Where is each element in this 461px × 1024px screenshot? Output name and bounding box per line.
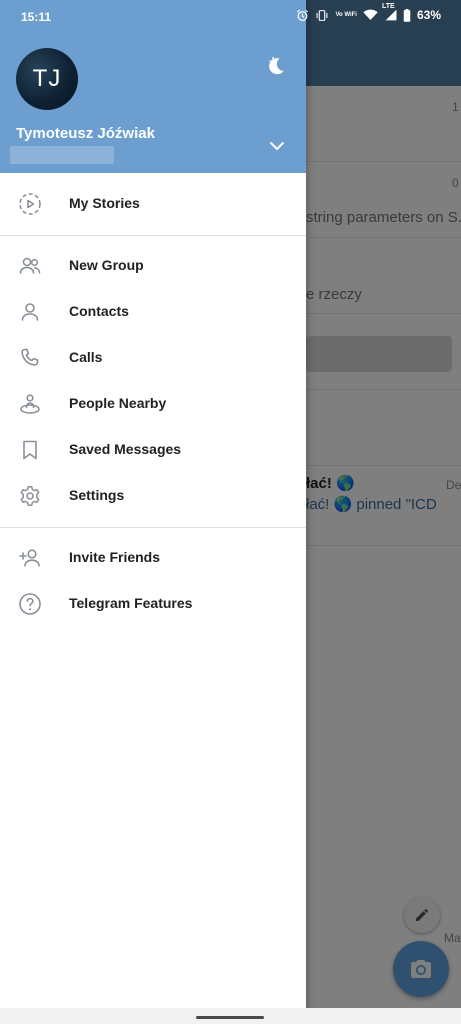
menu-item-people-nearby[interactable]: People Nearby (0, 381, 306, 427)
menu-item-settings[interactable]: Settings (0, 473, 306, 519)
menu-item-telegram-features[interactable]: Telegram Features (0, 581, 306, 627)
navigation-drawer: TJ Tymoteusz Jóźwiak My Stories New Grou… (0, 0, 306, 1024)
menu-label: My Stories (69, 195, 140, 211)
status-time: 15:11 (21, 10, 52, 24)
divider (0, 527, 306, 528)
menu-label: Telegram Features (69, 595, 193, 611)
menu-label: People Nearby (69, 395, 167, 411)
battery-percent: 63% (416, 8, 441, 22)
network-type: LTE (381, 3, 395, 10)
status-bar: 15:11 Vo WiFi LTE 63% (0, 0, 461, 32)
avatar[interactable]: TJ (16, 48, 78, 110)
signal-icon: LTE (382, 3, 397, 21)
stories-icon (18, 192, 42, 216)
account-switcher-button[interactable] (266, 136, 288, 156)
profile-phone-redacted (10, 146, 114, 164)
help-icon (18, 592, 42, 616)
home-handle[interactable] (196, 1016, 264, 1019)
status-icons: Vo WiFi LTE 63% (296, 3, 441, 22)
system-nav-bar (0, 1008, 461, 1024)
chevron-down-icon (270, 142, 284, 150)
menu-label: Saved Messages (69, 441, 182, 457)
night-mode-button[interactable] (262, 52, 290, 80)
menu-label: Contacts (69, 303, 129, 319)
moon-icon (269, 57, 284, 75)
menu-item-saved-messages[interactable]: Saved Messages (0, 427, 306, 473)
menu-item-invite-friends[interactable]: Invite Friends (0, 535, 306, 581)
gear-icon (18, 484, 42, 508)
phone-icon (18, 346, 42, 370)
group-icon (18, 254, 42, 278)
profile-name: Tymoteusz Jóźwiak (16, 125, 155, 142)
menu-label: Invite Friends (69, 549, 161, 565)
wifi-icon (363, 9, 378, 21)
menu-item-my-stories[interactable]: My Stories (0, 181, 306, 227)
vibrate-icon (315, 9, 329, 22)
alarm-icon (296, 9, 309, 22)
menu-item-contacts[interactable]: Contacts (0, 289, 306, 335)
menu-item-calls[interactable]: Calls (0, 335, 306, 381)
menu-label: Settings (69, 487, 125, 503)
contact-icon (18, 300, 42, 324)
add-user-icon (18, 546, 42, 570)
menu-item-new-group[interactable]: New Group (0, 243, 306, 289)
menu-label: New Group (69, 257, 144, 273)
people-nearby-icon (18, 392, 42, 416)
battery-icon (403, 8, 411, 22)
menu-label: Calls (69, 349, 103, 365)
vowifi-icon: Vo WiFi (335, 12, 357, 18)
avatar-initials: TJ (32, 65, 62, 92)
divider (0, 235, 306, 236)
bookmark-icon (18, 438, 42, 462)
